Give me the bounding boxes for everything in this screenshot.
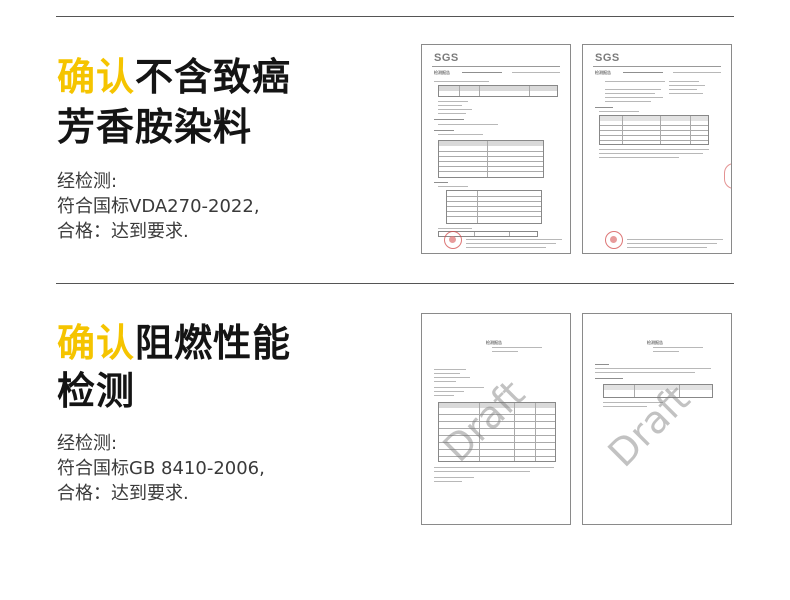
draft-report-page-2: 检测报告 Draft	[582, 313, 732, 525]
section2-desc-line2: 符合国标GB 8410-2006,	[57, 458, 265, 479]
seal-edge-icon	[724, 163, 731, 189]
sgs-logo: SGS	[434, 52, 459, 64]
report-title: 检测报告	[434, 70, 450, 75]
section1-title-line2: 芳香胺染料	[57, 105, 253, 149]
report-title: 检测报告	[486, 340, 502, 345]
section1-title-rest: 不含致癌	[135, 55, 292, 99]
sgs-report-page-1: SGS 检测报告	[421, 44, 571, 254]
section1-desc-line1: 经检测:	[57, 171, 118, 192]
report-title: 检测报告	[647, 340, 663, 345]
sgs-seal-icon	[444, 231, 462, 249]
top-divider	[56, 16, 734, 17]
section2-title-line2: 检测	[57, 369, 136, 413]
section1-title-highlight: 确认	[57, 55, 136, 99]
middle-divider	[56, 283, 734, 284]
section1-desc-line2: 符合国标VDA270-2022,	[57, 196, 260, 217]
section1-desc-line3: 合格：达到要求.	[57, 221, 189, 242]
sgs-logo: SGS	[595, 52, 620, 64]
section2-title-highlight: 确认	[57, 321, 136, 365]
draft-report-page-1: 检测报告 Draft	[421, 313, 571, 525]
report-title: 检测报告	[595, 70, 611, 75]
section1-title-line1: 确认不含致癌	[57, 52, 291, 102]
section2-title-rest: 阻燃性能	[135, 321, 292, 365]
sgs-report-page-2: SGS 检测报告	[582, 44, 732, 254]
section2-desc-line1: 经检测:	[57, 433, 118, 454]
section2-desc-line3: 合格：达到要求.	[57, 483, 189, 504]
sgs-seal-icon	[605, 231, 623, 249]
section2-title-line1: 确认阻燃性能	[57, 318, 291, 368]
